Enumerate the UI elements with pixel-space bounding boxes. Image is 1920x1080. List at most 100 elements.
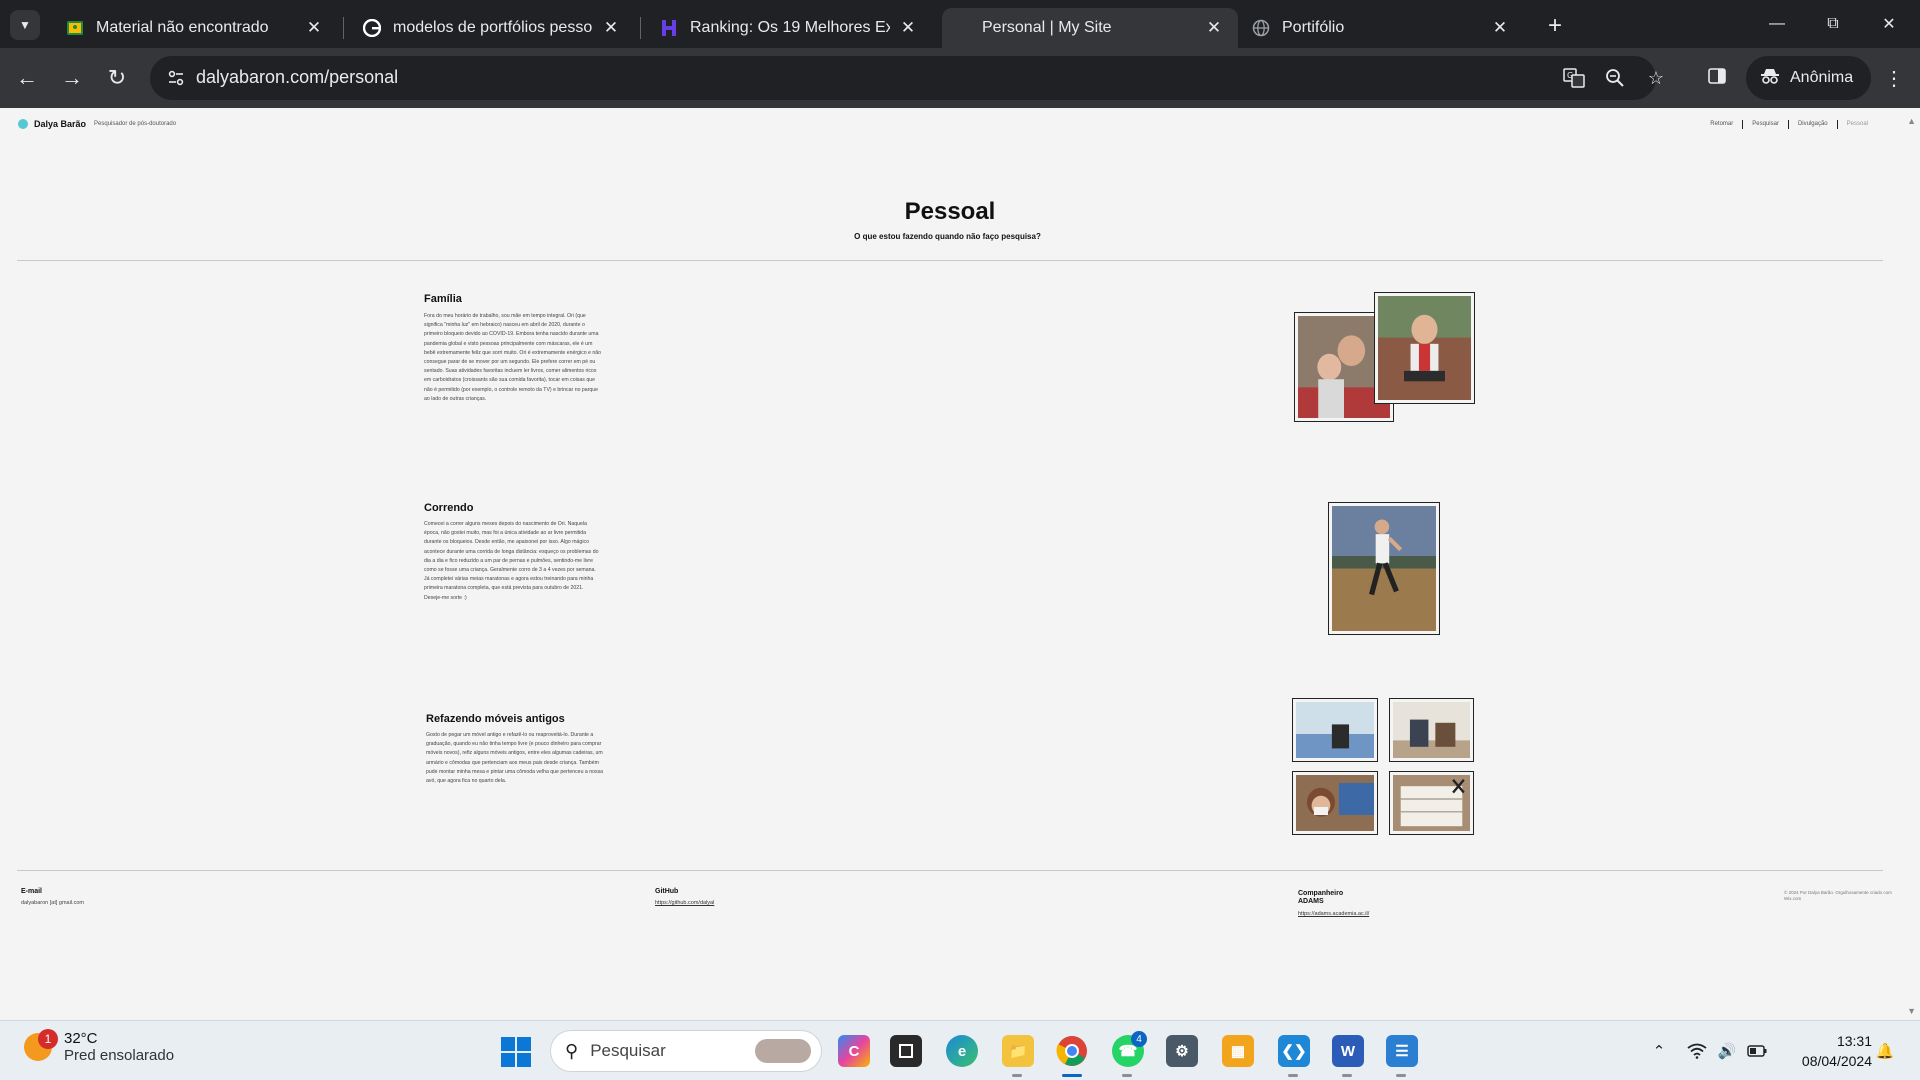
classroom-icon <box>66 19 84 37</box>
browser-menu-button[interactable]: ⋮ <box>1880 62 1908 94</box>
footer-github-link[interactable]: https://github.com/dalyal <box>655 900 714 906</box>
tab-title: Material não encontrado <box>96 19 269 36</box>
notes-app-icon[interactable]: ▦ <box>1222 1035 1254 1067</box>
footer-email-label: E-mail <box>21 888 43 895</box>
tab-title: Portifólio <box>1282 19 1345 36</box>
tab-title: modelos de portfólios pessoal c <box>393 19 593 36</box>
running-indicator <box>1288 1074 1298 1077</box>
restore-icon: ⧉ <box>1827 15 1839 32</box>
whatsapp-badge: 4 <box>1131 1031 1147 1047</box>
tab-ranking[interactable]: Ranking: Os 19 Melhores Exemp ✕ <box>646 8 932 48</box>
more-vert-icon: ⋮ <box>1884 67 1904 90</box>
incognito-icon <box>1760 67 1780 90</box>
translate-icon[interactable]: G <box>1562 66 1586 90</box>
scroll-down-icon[interactable]: ▼ <box>1907 1006 1916 1016</box>
zoom-icon[interactable] <box>1603 66 1627 90</box>
nav-divulgacao[interactable]: Divulgação <box>1789 120 1838 129</box>
file-explorer-icon[interactable]: 📁 <box>1002 1035 1034 1067</box>
footer-companion-link[interactable]: https://adams.academia.ac.il/ <box>1298 911 1369 917</box>
section-text-moveis: Gosto de pegar um móvel antigo e refazê-… <box>426 732 604 785</box>
notepad-icon[interactable]: ☰ <box>1386 1035 1418 1067</box>
copilot-icon[interactable]: C <box>838 1035 870 1067</box>
restore-button[interactable]: ⧉ <box>1810 8 1856 40</box>
footer-companion-label: Companheiro <box>1298 890 1344 897</box>
notification-bell-icon[interactable]: 🔔 <box>1874 1040 1896 1062</box>
minimize-button[interactable]: — <box>1754 8 1800 40</box>
incognito-indicator[interactable]: Anônima <box>1746 56 1872 100</box>
side-panel-button[interactable] <box>1701 62 1733 94</box>
tab-personal[interactable]: Personal | My Site ✕ <box>942 8 1238 48</box>
side-panel-icon <box>1708 65 1726 91</box>
forward-button[interactable]: → <box>56 62 88 94</box>
url-text[interactable]: dalyabaron.com/personal <box>196 67 398 88</box>
wifi-icon[interactable] <box>1686 1040 1708 1062</box>
close-icon[interactable]: ✕ <box>1490 18 1510 38</box>
system-clock[interactable]: 13:31 08/04/2024 <box>1782 1031 1872 1071</box>
clock-time: 13:31 <box>1836 1033 1872 1049</box>
bookmark-star-icon[interactable]: ☆ <box>1644 66 1668 90</box>
start-button[interactable] <box>501 1037 531 1067</box>
windows-logo-icon <box>501 1037 515 1051</box>
photo-child-sitting <box>1374 292 1475 404</box>
settings-app-icon[interactable]: ⚙ <box>1166 1035 1198 1067</box>
close-icon[interactable]: ✕ <box>601 18 621 38</box>
chevron-up-icon[interactable]: ⌃ <box>1648 1040 1670 1062</box>
running-indicator <box>1342 1074 1352 1077</box>
sun-icon: 1 <box>24 1029 58 1061</box>
forward-arrow-icon: → <box>61 65 83 90</box>
close-icon[interactable]: ✕ <box>898 18 918 38</box>
photo-dresser <box>1389 771 1474 835</box>
battery-icon[interactable] <box>1746 1040 1768 1062</box>
weather-desc: Pred ensolarado <box>64 1047 175 1064</box>
nav-pesquisar[interactable]: Pesquisar <box>1743 120 1789 129</box>
incognito-label: Anônima <box>1790 69 1854 86</box>
close-icon[interactable]: ✕ <box>1204 18 1224 38</box>
footer-copyright: © 2024 Por Dalya Barão. Orgulhosamente c… <box>1784 890 1892 901</box>
task-view-icon[interactable] <box>890 1035 922 1067</box>
close-icon[interactable]: ✕ <box>304 18 324 38</box>
nav-retomar[interactable]: Retomar <box>1701 120 1744 129</box>
site-name[interactable]: Dalya Barão <box>34 119 86 129</box>
edge-icon[interactable]: e <box>946 1035 978 1067</box>
site-info-icon[interactable] <box>164 66 188 90</box>
search-placeholder: Pesquisar <box>590 1041 666 1060</box>
tab-search-button[interactable]: ▼ <box>10 10 40 40</box>
new-tab-button[interactable]: + <box>1541 12 1569 40</box>
search-icon: ⚲ <box>565 1040 579 1061</box>
volume-icon[interactable]: 🔊 <box>1716 1040 1738 1062</box>
photo-woman-mask <box>1292 771 1378 835</box>
word-icon[interactable]: W <box>1332 1035 1364 1067</box>
taskbar-search[interactable]: ⚲ Pesquisar <box>550 1030 822 1072</box>
photo-chairs-plastic <box>1292 698 1378 762</box>
hostinger-icon <box>660 19 678 37</box>
address-bar[interactable]: dalyabaron.com/personal G ☆ <box>150 56 1664 100</box>
tab-material[interactable]: Material não encontrado ✕ <box>52 8 338 48</box>
weather-temp: 32°C <box>64 1030 98 1047</box>
search-highlight-image <box>755 1039 811 1063</box>
nav-pessoal[interactable]: Pessoal <box>1838 120 1877 129</box>
clock-date: 08/04/2024 <box>1801 1053 1872 1069</box>
close-icon: ✕ <box>1882 16 1896 33</box>
site-role: Pesquisador de pós-doutorado <box>94 121 177 127</box>
running-indicator <box>1396 1074 1406 1077</box>
reload-button[interactable]: ↻ <box>101 62 133 94</box>
tab-separator <box>640 17 641 39</box>
section-text-familia: Fora do meu horário de trabalho, sou mãe… <box>424 313 602 402</box>
back-button[interactable]: ← <box>11 62 43 94</box>
vscode-icon[interactable]: ❮❯ <box>1278 1035 1310 1067</box>
windows-taskbar: 1 32°C Pred ensolarado ⚲ Pesquisar C e 📁… <box>0 1020 1920 1080</box>
scroll-up-icon[interactable]: ▲ <box>1907 116 1916 126</box>
photo-stools <box>1389 698 1474 762</box>
weather-widget[interactable]: 1 32°C Pred ensolarado <box>24 1029 175 1064</box>
globe-icon <box>1252 19 1270 37</box>
tab-modelos[interactable]: modelos de portfólios pessoal c ✕ <box>349 8 635 48</box>
photo-runner <box>1328 502 1440 635</box>
close-window-button[interactable]: ✕ <box>1866 8 1912 40</box>
tab-separator <box>343 17 344 39</box>
footer-companion-name: ADAMS <box>1298 898 1324 905</box>
windows-logo-quad <box>517 1037 531 1051</box>
tab-portifolio[interactable]: Portifólio ✕ <box>1238 8 1524 48</box>
notification-badge: 1 <box>38 1029 58 1049</box>
footer-github-label: GitHub <box>655 888 679 895</box>
chrome-icon[interactable] <box>1056 1035 1088 1067</box>
